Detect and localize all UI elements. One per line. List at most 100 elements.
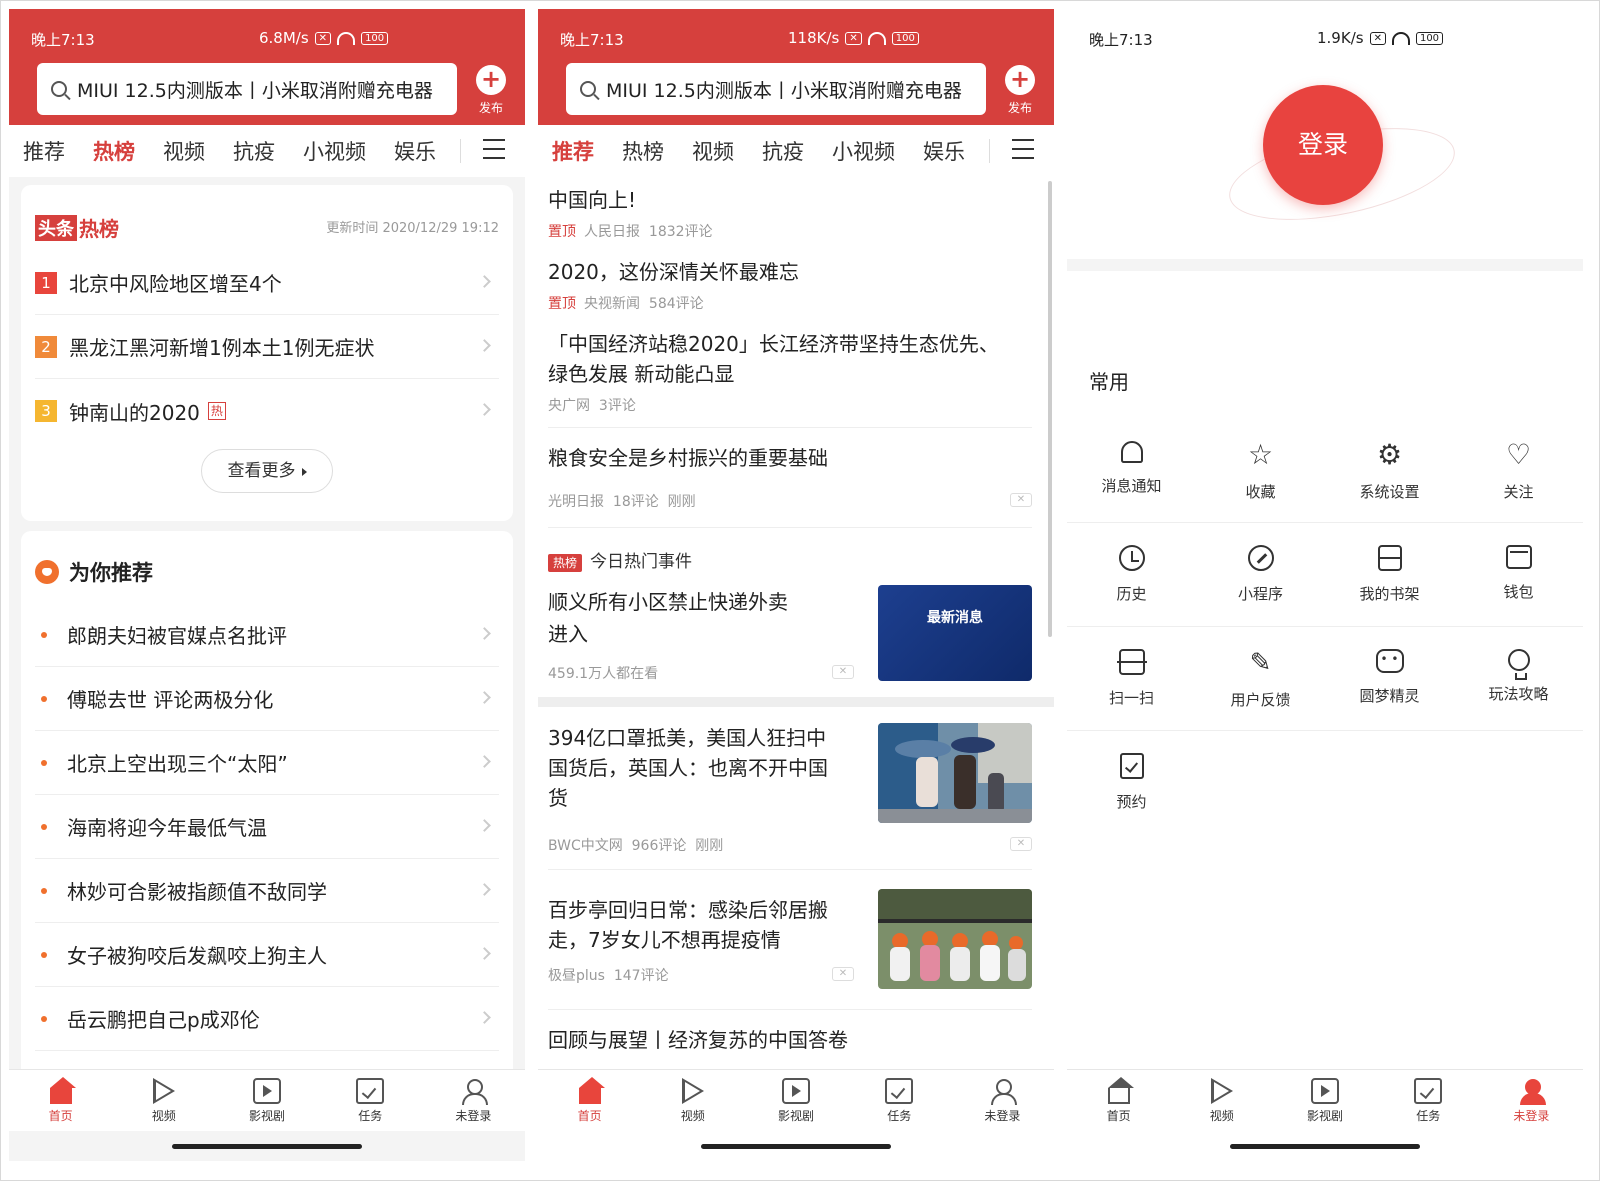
recommend-row[interactable]: 林妙可合影被指颜值不敌同学 bbox=[35, 859, 499, 923]
dislike-button[interactable]: ✕ bbox=[1010, 837, 1032, 851]
status-bar: 晚上7:13 6.8M/s ✕ 100 bbox=[9, 27, 525, 51]
recommend-row[interactable]: 女子被狗咬后发飙咬上狗主人 bbox=[35, 923, 499, 987]
shortcut-item[interactable]: 消息通知 bbox=[1067, 419, 1196, 522]
news-feed: 中国向上! 置顶 人民日报 1832评论 2020，这份深情关怀最难忘 置顶 央视新… bbox=[538, 9, 1054, 1109]
tab-1[interactable]: 热榜 bbox=[93, 136, 135, 166]
nav-item-2[interactable]: 影视剧 bbox=[1273, 1070, 1376, 1131]
star-icon: ☆ bbox=[1247, 438, 1274, 471]
bullet-dot-icon bbox=[41, 1015, 47, 1022]
recommend-row[interactable]: 岳云鹏把自己p成邓伦 bbox=[35, 987, 499, 1051]
plus-icon: + bbox=[476, 65, 506, 95]
nav-label: 首页 bbox=[48, 1109, 73, 1123]
dislike-button[interactable]: ✕ bbox=[832, 665, 854, 679]
shortcut-label: 小程序 bbox=[1237, 585, 1283, 603]
nav-label: 未登录 bbox=[1513, 1109, 1550, 1123]
hotlist-row[interactable]: 2 黑龙江黑河新增1例本土1例无症状 bbox=[35, 315, 499, 379]
home-icon bbox=[49, 1077, 76, 1104]
tab-2[interactable]: 视频 bbox=[163, 136, 205, 166]
nav-item-1[interactable]: 视频 bbox=[641, 1070, 744, 1131]
recommend-row[interactable]: 北京上空出现三个“太阳” bbox=[35, 731, 499, 795]
dislike-button[interactable]: ✕ bbox=[1010, 493, 1032, 507]
scan-icon bbox=[1116, 649, 1147, 675]
hotlist-updated-time: 更新时间 2020/12/29 19:12 bbox=[326, 221, 499, 236]
bookshelf-icon bbox=[1377, 545, 1402, 571]
shortcut-label: 收藏 bbox=[1245, 483, 1276, 501]
shortcut-item[interactable]: ✎ 用户反馈 bbox=[1196, 627, 1325, 730]
hotlist-row[interactable]: 1 北京中风险地区增至4个 bbox=[35, 251, 499, 315]
recommend-title-text: 郎朗夫妇被官媒点名批评 bbox=[67, 624, 287, 648]
tab-4[interactable]: 小视频 bbox=[303, 136, 366, 166]
login-button[interactable]: 登录 bbox=[1263, 85, 1383, 205]
hotlist-row[interactable]: 3 钟南山的2020 热 bbox=[35, 379, 499, 443]
status-bar: 晚上7:13 1.9K/s ✕ 100 bbox=[1067, 27, 1583, 51]
nav-item-4[interactable]: 未登录 bbox=[951, 1070, 1054, 1131]
nav-item-0[interactable]: 首页 bbox=[9, 1070, 112, 1131]
nav-item-1[interactable]: 视频 bbox=[112, 1070, 215, 1131]
shortcut-item[interactable]: 预约 bbox=[1067, 731, 1196, 835]
user-icon bbox=[988, 1078, 1018, 1105]
nav-item-4[interactable]: 未登录 bbox=[422, 1070, 525, 1131]
bullet-dot-icon bbox=[41, 759, 47, 766]
shortcut-label: 关注 bbox=[1503, 483, 1534, 501]
bottom-nav: 首页 视频 影视剧 任务 未登录 bbox=[1067, 1069, 1583, 1131]
nav-item-3[interactable]: 任务 bbox=[848, 1070, 951, 1131]
shortcut-item[interactable]: ♡ 关注 bbox=[1454, 419, 1583, 522]
recommend-row[interactable]: 郎朗夫妇被官媒点名批评 bbox=[35, 603, 499, 667]
hotlist-logo: 头条 热榜 bbox=[35, 213, 119, 242]
nav-item-2[interactable]: 影视剧 bbox=[215, 1070, 318, 1131]
tab-0[interactable]: 推荐 bbox=[23, 136, 65, 166]
tv-series-icon bbox=[1311, 1078, 1339, 1104]
hotlist-title: 黑龙江黑河新增1例本土1例无症状 bbox=[69, 336, 375, 360]
shortcut-item[interactable]: 钱包 bbox=[1454, 523, 1583, 626]
shortcut-item[interactable]: 扫一扫 bbox=[1067, 627, 1196, 730]
shortcut-item[interactable]: ☆ 收藏 bbox=[1196, 419, 1325, 522]
dislike-button[interactable]: ✕ bbox=[832, 967, 854, 981]
nav-label: 任务 bbox=[1416, 1109, 1441, 1123]
shortcut-label: 扫一扫 bbox=[1108, 689, 1154, 707]
hot-badge: 热榜 bbox=[548, 554, 583, 572]
see-more-button[interactable]: 查看更多 bbox=[201, 449, 333, 493]
recommend-title-text: 岳云鹏把自己p成邓伦 bbox=[67, 1008, 260, 1032]
bullet-dot-icon bbox=[41, 695, 47, 702]
network-speed: 6.8M/s bbox=[259, 29, 309, 47]
tab-3[interactable]: 抗疫 bbox=[233, 136, 275, 166]
publish-button[interactable]: + 发布 bbox=[471, 65, 511, 116]
nav-item-3[interactable]: 任务 bbox=[319, 1070, 422, 1131]
shortcut-item[interactable]: 玩法攻略 bbox=[1454, 627, 1583, 730]
nav-item-2[interactable]: 影视剧 bbox=[744, 1070, 847, 1131]
recommend-row[interactable]: 傅聪去世 评论两极分化 bbox=[35, 667, 499, 731]
shortcut-item[interactable]: ⚙ 系统设置 bbox=[1325, 419, 1454, 522]
pavilion-photo-image bbox=[878, 889, 1032, 989]
nav-item-1[interactable]: 视频 bbox=[1170, 1070, 1273, 1131]
shortcut-item[interactable]: 我的书架 bbox=[1325, 523, 1454, 626]
recommend-card: 为你推荐 郎朗夫妇被官媒点名批评 傅聪去世 评论两极分化 北京上空出现三个“太阳” 海… bbox=[21, 531, 513, 1091]
recommend-row[interactable]: 海南将迎今年最低气温 bbox=[35, 795, 499, 859]
nav-item-0[interactable]: 首页 bbox=[1067, 1070, 1170, 1131]
screenshot-frame: 晚上7:13 6.8M/s ✕ 100 MIUI 12.5内测版本丨小米取消附赠… bbox=[0, 0, 1600, 1181]
section-gap bbox=[1067, 259, 1583, 271]
menu-icon[interactable] bbox=[483, 139, 505, 159]
user-icon bbox=[1517, 1078, 1547, 1105]
chevron-right-icon bbox=[478, 275, 491, 288]
battery-icon: 100 bbox=[1415, 31, 1444, 45]
rank-badge: 3 bbox=[35, 400, 57, 422]
shortcut-item[interactable]: 圆梦精灵 bbox=[1325, 627, 1454, 730]
search-input[interactable]: MIUI 12.5内测版本丨小米取消附赠充电器 bbox=[37, 63, 457, 115]
nav-label: 未登录 bbox=[984, 1109, 1021, 1123]
shortcut-row: 预约 bbox=[1067, 731, 1583, 835]
hotlist-card: 头条 热榜 更新时间 2020/12/29 19:12 1 北京中风险地区增至4个… bbox=[21, 185, 513, 521]
recommend-title-text: 女子被狗咬后发飙咬上狗主人 bbox=[67, 944, 327, 968]
nav-item-0[interactable]: 首页 bbox=[538, 1070, 641, 1131]
nav-item-4[interactable]: 未登录 bbox=[1480, 1070, 1583, 1131]
home-icon bbox=[578, 1077, 605, 1104]
news-thumbnail bbox=[878, 723, 1032, 823]
shortcut-item[interactable]: 历史 bbox=[1067, 523, 1196, 626]
shortcut-label: 消息通知 bbox=[1101, 477, 1162, 495]
nav-item-3[interactable]: 任务 bbox=[1377, 1070, 1480, 1131]
recommend-title-text: 林妙可合影被指颜值不敌同学 bbox=[67, 880, 327, 904]
shortcut-item[interactable]: 小程序 bbox=[1196, 523, 1325, 626]
scrollbar[interactable] bbox=[1048, 181, 1052, 637]
bottom-nav: 首页 视频 影视剧 任务 未登录 bbox=[9, 1069, 525, 1131]
tab-5[interactable]: 娱乐 bbox=[394, 136, 436, 166]
nav-label: 影视剧 bbox=[1307, 1109, 1344, 1123]
